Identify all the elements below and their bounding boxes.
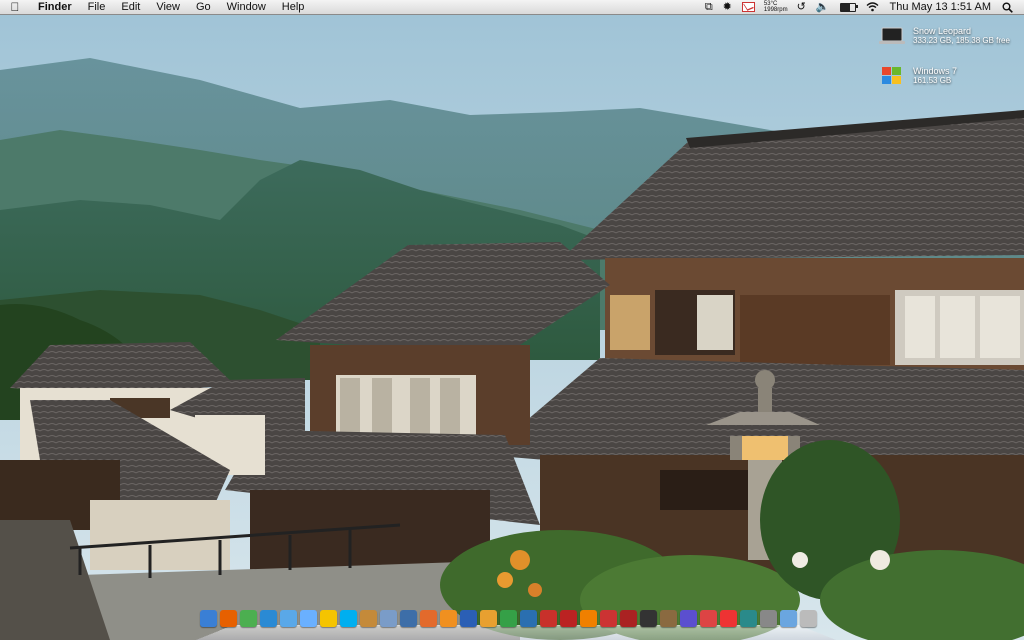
home-icon[interactable] xyxy=(360,610,377,627)
growl-icon[interactable]: ✹ xyxy=(723,0,732,15)
system-preferences-icon[interactable] xyxy=(760,610,777,627)
drive-name: Snow Leopard xyxy=(913,26,972,36)
dock-shelf xyxy=(196,624,836,640)
windows-drive-icon xyxy=(879,66,905,86)
clock[interactable]: Thu May 13 1:51 AM xyxy=(890,1,992,13)
drive-info: 333.23 GB, 185.38 GB free xyxy=(913,36,1010,45)
drive-windows-7[interactable]: Windows 7 161.53 GB xyxy=(879,66,957,86)
temperature-monitor[interactable]: 53°C 1998rpm xyxy=(764,1,788,13)
aim-icon[interactable] xyxy=(320,610,337,627)
safari-icon[interactable] xyxy=(260,610,277,627)
time-machine-icon[interactable] xyxy=(740,610,757,627)
time-machine-icon[interactable]: ↺ xyxy=(797,0,806,15)
keynote-icon[interactable] xyxy=(420,610,437,627)
word-icon[interactable] xyxy=(460,610,477,627)
wifi-icon[interactable] xyxy=(866,2,879,12)
skype-icon[interactable] xyxy=(340,610,357,627)
xcode-icon[interactable] xyxy=(400,610,417,627)
finder-icon[interactable] xyxy=(200,610,217,627)
dropbox-icon[interactable]: ⧉ xyxy=(705,0,713,15)
ichat-icon[interactable] xyxy=(300,610,317,627)
gimp-icon[interactable] xyxy=(660,610,677,627)
filezilla-icon[interactable] xyxy=(560,610,577,627)
menu-window[interactable]: Window xyxy=(219,0,274,15)
transmission-icon[interactable] xyxy=(600,610,617,627)
menu-edit[interactable]: Edit xyxy=(113,0,148,15)
pages-icon[interactable] xyxy=(480,610,497,627)
menu-help[interactable]: Help xyxy=(274,0,313,15)
desktop:  Finder File Edit View Go Window Help ⧉… xyxy=(0,0,1024,640)
flash-icon[interactable] xyxy=(540,610,557,627)
photoshop-icon[interactable] xyxy=(520,610,537,627)
menu-file[interactable]: File xyxy=(80,0,114,15)
volume-icon[interactable]: 🔈 xyxy=(816,0,830,15)
itunes-icon[interactable] xyxy=(280,610,297,627)
sketchbook-icon[interactable] xyxy=(440,610,457,627)
menu-finder[interactable]: Finder xyxy=(30,0,80,15)
trash-icon[interactable] xyxy=(800,610,817,627)
drive-name: Windows 7 xyxy=(913,66,958,76)
wallpaper-japanese-village xyxy=(0,0,1024,640)
dock xyxy=(196,606,836,640)
apple-menu-icon[interactable]:  xyxy=(0,0,30,15)
widget-icon[interactable] xyxy=(700,610,717,627)
menu-go[interactable]: Go xyxy=(188,0,219,15)
battery-icon[interactable] xyxy=(839,2,858,12)
folder-icon[interactable] xyxy=(780,610,797,627)
firefox-icon[interactable] xyxy=(220,610,237,627)
chrome-icon[interactable] xyxy=(240,610,257,627)
dreamweaver-icon[interactable] xyxy=(500,610,517,627)
calendar-icon[interactable] xyxy=(720,610,737,627)
photo-booth-icon[interactable] xyxy=(620,610,637,627)
network-icon[interactable] xyxy=(680,610,697,627)
drive-snow-leopard[interactable]: Snow Leopard 333.23 GB, 185.38 GB free xyxy=(879,26,1010,46)
steam-icon[interactable] xyxy=(640,610,657,627)
gmail-icon[interactable] xyxy=(741,2,755,12)
vlc-icon[interactable] xyxy=(580,610,597,627)
macbook-drive-icon xyxy=(879,26,905,46)
drive-info: 161.53 GB xyxy=(913,76,952,85)
fan-speed-value: 1998rpm xyxy=(763,7,788,13)
menu-view[interactable]: View xyxy=(148,0,188,15)
preview-icon[interactable] xyxy=(380,610,397,627)
menu-bar:  Finder File Edit View Go Window Help ⧉… xyxy=(0,0,1024,15)
spotlight-icon[interactable] xyxy=(1002,2,1013,13)
